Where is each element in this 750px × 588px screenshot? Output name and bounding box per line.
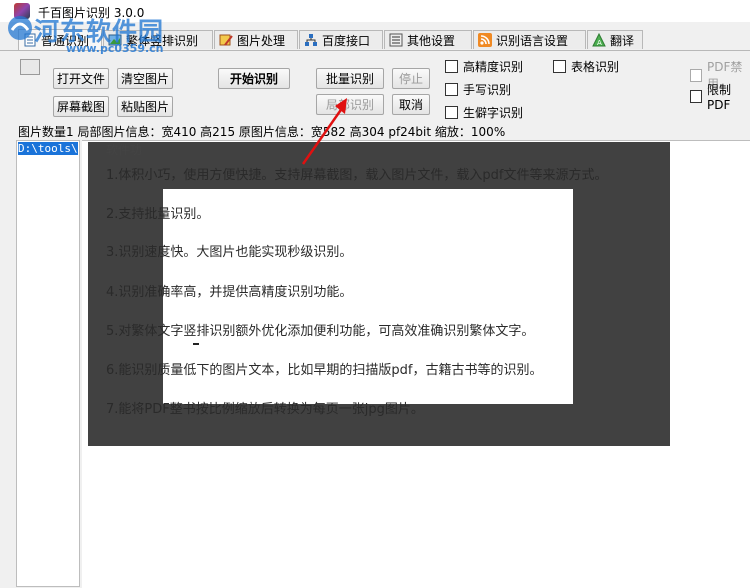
file-list[interactable]: D:\tools\	[16, 140, 80, 587]
checkbox-box	[445, 106, 458, 119]
image-text-line: 6.能识别质量低下的图片文本，比如早期的扫描版pdf，古籍古书等的识别。	[106, 363, 543, 378]
checkbox-label: 限制PDF	[706, 83, 731, 112]
checkbox-box	[553, 60, 566, 73]
open-file-button[interactable]: 打开文件	[53, 68, 109, 89]
watermark-url: www.pc0359.cn	[66, 42, 164, 55]
image-text-line: 5.对繁体文字竖排识别额外优化添加便利功能，可高效准确识别繁体文字。	[106, 324, 535, 339]
tab-label: 百度接口	[322, 33, 371, 48]
checkbox-box	[690, 68, 702, 82]
start-recognition-button[interactable]: 开始识别	[218, 68, 290, 89]
translate-icon: A	[592, 32, 606, 47]
cursor-mark	[193, 343, 199, 345]
tab-label: 翻译	[610, 33, 635, 48]
image-text-line: 2.支持批量识别。	[106, 207, 210, 222]
edit-image-icon	[219, 33, 233, 47]
high-precision-checkbox[interactable]: 高精度识别	[445, 58, 523, 75]
screenshot-button[interactable]: 屏幕截图	[53, 96, 109, 117]
handwriting-checkbox[interactable]: 手写识别	[445, 81, 511, 98]
image-text-line: 4.识别准确率高，并提供高精度识别功能。	[106, 285, 353, 300]
checkbox-box	[445, 83, 458, 96]
limit-pdf-checkbox[interactable]: 限制PDF	[690, 81, 750, 112]
batch-recognition-button[interactable]: 批量识别	[316, 68, 384, 89]
tab-baidu-api[interactable]: 百度接口	[299, 30, 383, 49]
image-title-fragment: 软件功	[106, 143, 143, 157]
panel-handle[interactable]	[20, 59, 40, 75]
tab-language-settings[interactable]: 识别语言设置	[473, 30, 586, 49]
image-text-line: 3.识别速度快。大图片也能实现秒级识别。	[106, 245, 353, 260]
network-icon	[304, 33, 318, 47]
image-text-line: 7.能将PDF整书按比例缩放后转换为每页一张jpg图片。	[106, 402, 424, 417]
tab-image-processing[interactable]: 图片处理	[214, 30, 298, 49]
checkbox-box	[690, 90, 702, 103]
tab-label: 识别语言设置	[496, 33, 569, 48]
list-item[interactable]: D:\tools\	[18, 142, 78, 155]
tab-other-settings[interactable]: 其他设置	[384, 30, 472, 49]
tab-label: 其他设置	[407, 33, 456, 48]
settings-list-icon	[389, 33, 403, 47]
checkbox-label: 生僻字识别	[463, 106, 524, 120]
checkbox-label: 表格识别	[571, 60, 620, 74]
checkbox-box	[445, 60, 458, 73]
paste-image-button[interactable]: 粘贴图片	[117, 96, 173, 117]
stop-button[interactable]: 停止	[392, 68, 430, 89]
image-text-line: 1.体积小巧，使用方便快捷。支持屏幕截图，载入图片文件，载入pdf文件等来源方式…	[106, 168, 608, 183]
watermark-logo-icon	[8, 16, 32, 40]
checkbox-label: 手写识别	[463, 83, 512, 97]
clear-image-button[interactable]: 清空图片	[117, 68, 173, 89]
table-recognition-checkbox[interactable]: 表格识别	[553, 58, 619, 75]
rare-chars-checkbox[interactable]: 生僻字识别	[445, 104, 523, 121]
annotation-arrow	[301, 98, 347, 165]
tab-translate[interactable]: A 翻译	[587, 30, 643, 49]
checkbox-label: 高精度识别	[463, 60, 524, 74]
control-panel: 打开文件 清空图片 开始识别 批量识别 停止 屏幕截图 粘贴图片 局部识别 取消…	[0, 50, 750, 123]
tab-label: 图片处理	[237, 33, 286, 48]
watermark: 河东软件园 www.pc0359.cn	[6, 10, 206, 55]
status-text: 图片数量1 局部图片信息：宽410 高215 原图片信息：宽582 高304 p…	[18, 125, 506, 139]
svg-text:A: A	[597, 39, 602, 47]
cancel-button[interactable]: 取消	[392, 94, 430, 115]
rss-icon	[478, 33, 492, 47]
